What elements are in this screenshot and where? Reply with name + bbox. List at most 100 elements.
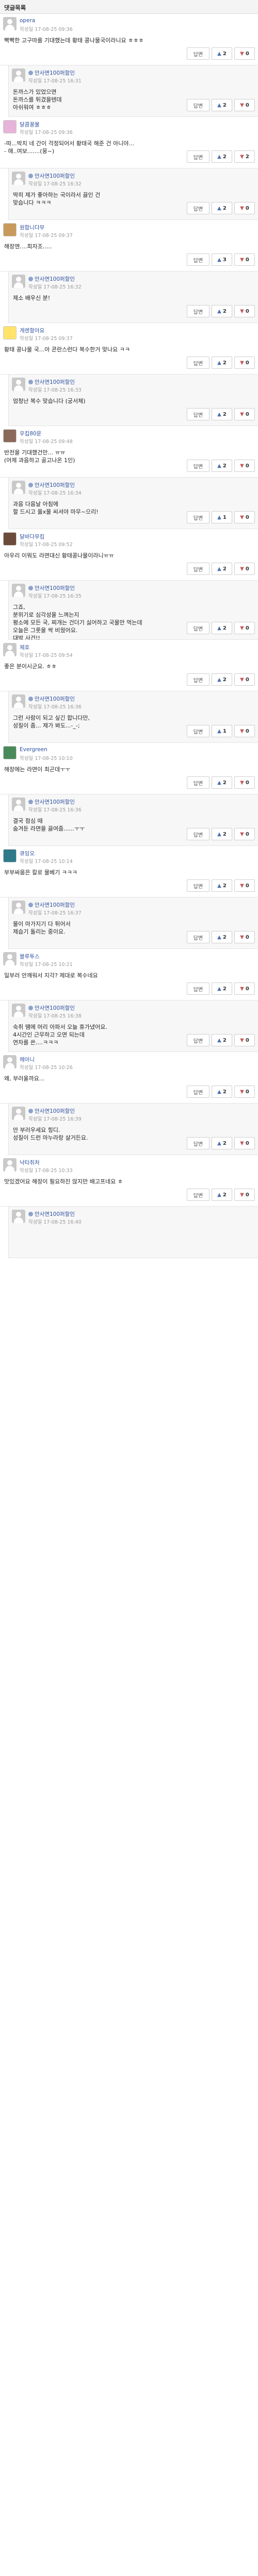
author-name[interactable]: opera: [20, 18, 35, 24]
reply-button[interactable]: 답변: [187, 202, 209, 214]
avatar[interactable]: [12, 378, 25, 391]
avatar[interactable]: [3, 746, 17, 759]
author-nick[interactable]: 달바다무킴: [20, 533, 44, 540]
upvote-button[interactable]: ▲ 2: [212, 673, 232, 686]
author-name[interactable]: 안사면100퍼할인: [35, 1211, 75, 1217]
reply-button[interactable]: 답변: [187, 150, 209, 163]
avatar[interactable]: [3, 1158, 17, 1172]
author-name[interactable]: 안사면100퍼할인: [35, 1005, 75, 1011]
avatar[interactable]: [3, 1055, 17, 1069]
upvote-button[interactable]: ▲ 2: [212, 1034, 232, 1046]
reply-button[interactable]: 답변: [187, 408, 209, 420]
downvote-button[interactable]: ▼ 0: [234, 47, 255, 60]
avatar[interactable]: [3, 120, 17, 133]
author-name[interactable]: 안사면100퍼할인: [35, 173, 75, 179]
avatar[interactable]: [3, 326, 17, 340]
downvote-button[interactable]: ▼ 0: [234, 725, 255, 737]
author-nick[interactable]: 안사면100퍼할인: [28, 1004, 75, 1012]
author-nick[interactable]: Evergreen: [20, 747, 47, 753]
author-name[interactable]: 제호: [20, 645, 29, 651]
author-nick[interactable]: 원합니다무: [20, 224, 44, 231]
downvote-button[interactable]: ▼ 0: [234, 511, 255, 523]
downvote-button[interactable]: ▼ 0: [234, 931, 255, 943]
author-nick[interactable]: 헤아니: [20, 1056, 35, 1063]
upvote-button[interactable]: ▲ 2: [212, 99, 232, 111]
upvote-button[interactable]: ▲ 2: [212, 150, 232, 163]
downvote-button[interactable]: ▼ 0: [234, 1189, 255, 1201]
author-name[interactable]: 안사면100퍼할인: [35, 799, 75, 805]
upvote-button[interactable]: ▲ 2: [212, 460, 232, 472]
downvote-button[interactable]: ▼ 0: [234, 253, 255, 266]
reply-button[interactable]: 답변: [187, 1137, 209, 1149]
avatar[interactable]: [12, 798, 25, 811]
author-nick[interactable]: 안사면100퍼할인: [28, 1210, 75, 1218]
downvote-button[interactable]: ▼ 0: [234, 673, 255, 686]
author-name[interactable]: 우킵80운: [20, 431, 41, 437]
reply-button[interactable]: 답변: [187, 1034, 209, 1046]
author-name[interactable]: Evergreen: [20, 747, 47, 753]
downvote-button[interactable]: ▼ 0: [234, 1034, 255, 1046]
author-nick[interactable]: 안사면100퍼할인: [28, 69, 75, 77]
author-name[interactable]: 안사면100퍼할인: [35, 696, 75, 702]
upvote-button[interactable]: ▲ 2: [212, 1189, 232, 1201]
downvote-button[interactable]: ▼ 0: [234, 202, 255, 214]
avatar[interactable]: [3, 17, 17, 30]
reply-button[interactable]: 답변: [187, 47, 209, 60]
downvote-button[interactable]: ▼ 0: [234, 563, 255, 575]
downvote-button[interactable]: ▼ 0: [234, 305, 255, 317]
author-name[interactable]: 달바다무킴: [20, 534, 44, 540]
downvote-button[interactable]: ▼ 0: [234, 1137, 255, 1149]
avatar[interactable]: [3, 643, 17, 656]
downvote-button[interactable]: ▼ 0: [234, 776, 255, 789]
downvote-button[interactable]: ▼ 0: [234, 828, 255, 840]
downvote-button[interactable]: ▼ 0: [234, 357, 255, 369]
reply-button[interactable]: 답변: [187, 982, 209, 995]
author-nick[interactable]: 우킵80운: [20, 430, 41, 437]
reply-button[interactable]: 답변: [187, 931, 209, 943]
downvote-button[interactable]: ▼ 0: [234, 982, 255, 995]
downvote-button[interactable]: ▼ 0: [234, 1086, 255, 1098]
avatar[interactable]: [12, 584, 25, 597]
upvote-button[interactable]: ▲ 2: [212, 622, 232, 634]
avatar[interactable]: [12, 901, 25, 914]
author-nick[interactable]: 달콤꿀물: [20, 121, 40, 128]
reply-button[interactable]: 답변: [187, 460, 209, 472]
avatar[interactable]: [12, 481, 25, 494]
avatar[interactable]: [3, 429, 17, 443]
reply-button[interactable]: 답변: [187, 673, 209, 686]
avatar[interactable]: [3, 952, 17, 965]
author-name[interactable]: 블루투스: [20, 954, 40, 960]
upvote-button[interactable]: ▲ 2: [212, 408, 232, 420]
upvote-button[interactable]: ▲ 3: [212, 253, 232, 266]
upvote-button[interactable]: ▲ 2: [212, 563, 232, 575]
reply-button[interactable]: 답변: [187, 622, 209, 634]
author-name[interactable]: 달콤꿀물: [20, 122, 40, 128]
downvote-button[interactable]: ▼ 0: [234, 879, 255, 892]
author-name[interactable]: 안사면100퍼할인: [35, 902, 75, 908]
avatar[interactable]: [12, 1210, 25, 1223]
upvote-button[interactable]: ▲ 2: [212, 879, 232, 892]
upvote-button[interactable]: ▲ 2: [212, 357, 232, 369]
author-nick[interactable]: 안사면100퍼할인: [28, 584, 75, 592]
reply-button[interactable]: 답변: [187, 511, 209, 523]
reply-button[interactable]: 답변: [187, 99, 209, 111]
avatar[interactable]: [12, 275, 25, 288]
avatar[interactable]: [12, 69, 25, 82]
reply-button[interactable]: 답변: [187, 357, 209, 369]
upvote-button[interactable]: ▲ 2: [212, 1137, 232, 1149]
upvote-button[interactable]: ▲ 2: [212, 202, 232, 214]
reply-button[interactable]: 답변: [187, 305, 209, 317]
author-name[interactable]: 안사면100퍼할인: [35, 379, 75, 385]
author-name[interactable]: 안사면100퍼할인: [35, 585, 75, 591]
author-name[interactable]: 안사면100퍼할인: [35, 70, 75, 76]
avatar[interactable]: [12, 172, 25, 185]
author-nick[interactable]: 큐잉오: [20, 850, 35, 857]
upvote-button[interactable]: ▲ 2: [212, 1086, 232, 1098]
author-nick[interactable]: 게렌할아요: [20, 327, 44, 334]
author-name[interactable]: 큐잉오: [20, 851, 35, 857]
reply-button[interactable]: 답변: [187, 563, 209, 575]
author-nick[interactable]: 안사면100퍼할인: [28, 798, 75, 806]
author-nick[interactable]: 제호: [20, 643, 29, 651]
author-nick[interactable]: 안사면100퍼할인: [28, 378, 75, 386]
author-name[interactable]: 게렌할아요: [20, 328, 44, 334]
